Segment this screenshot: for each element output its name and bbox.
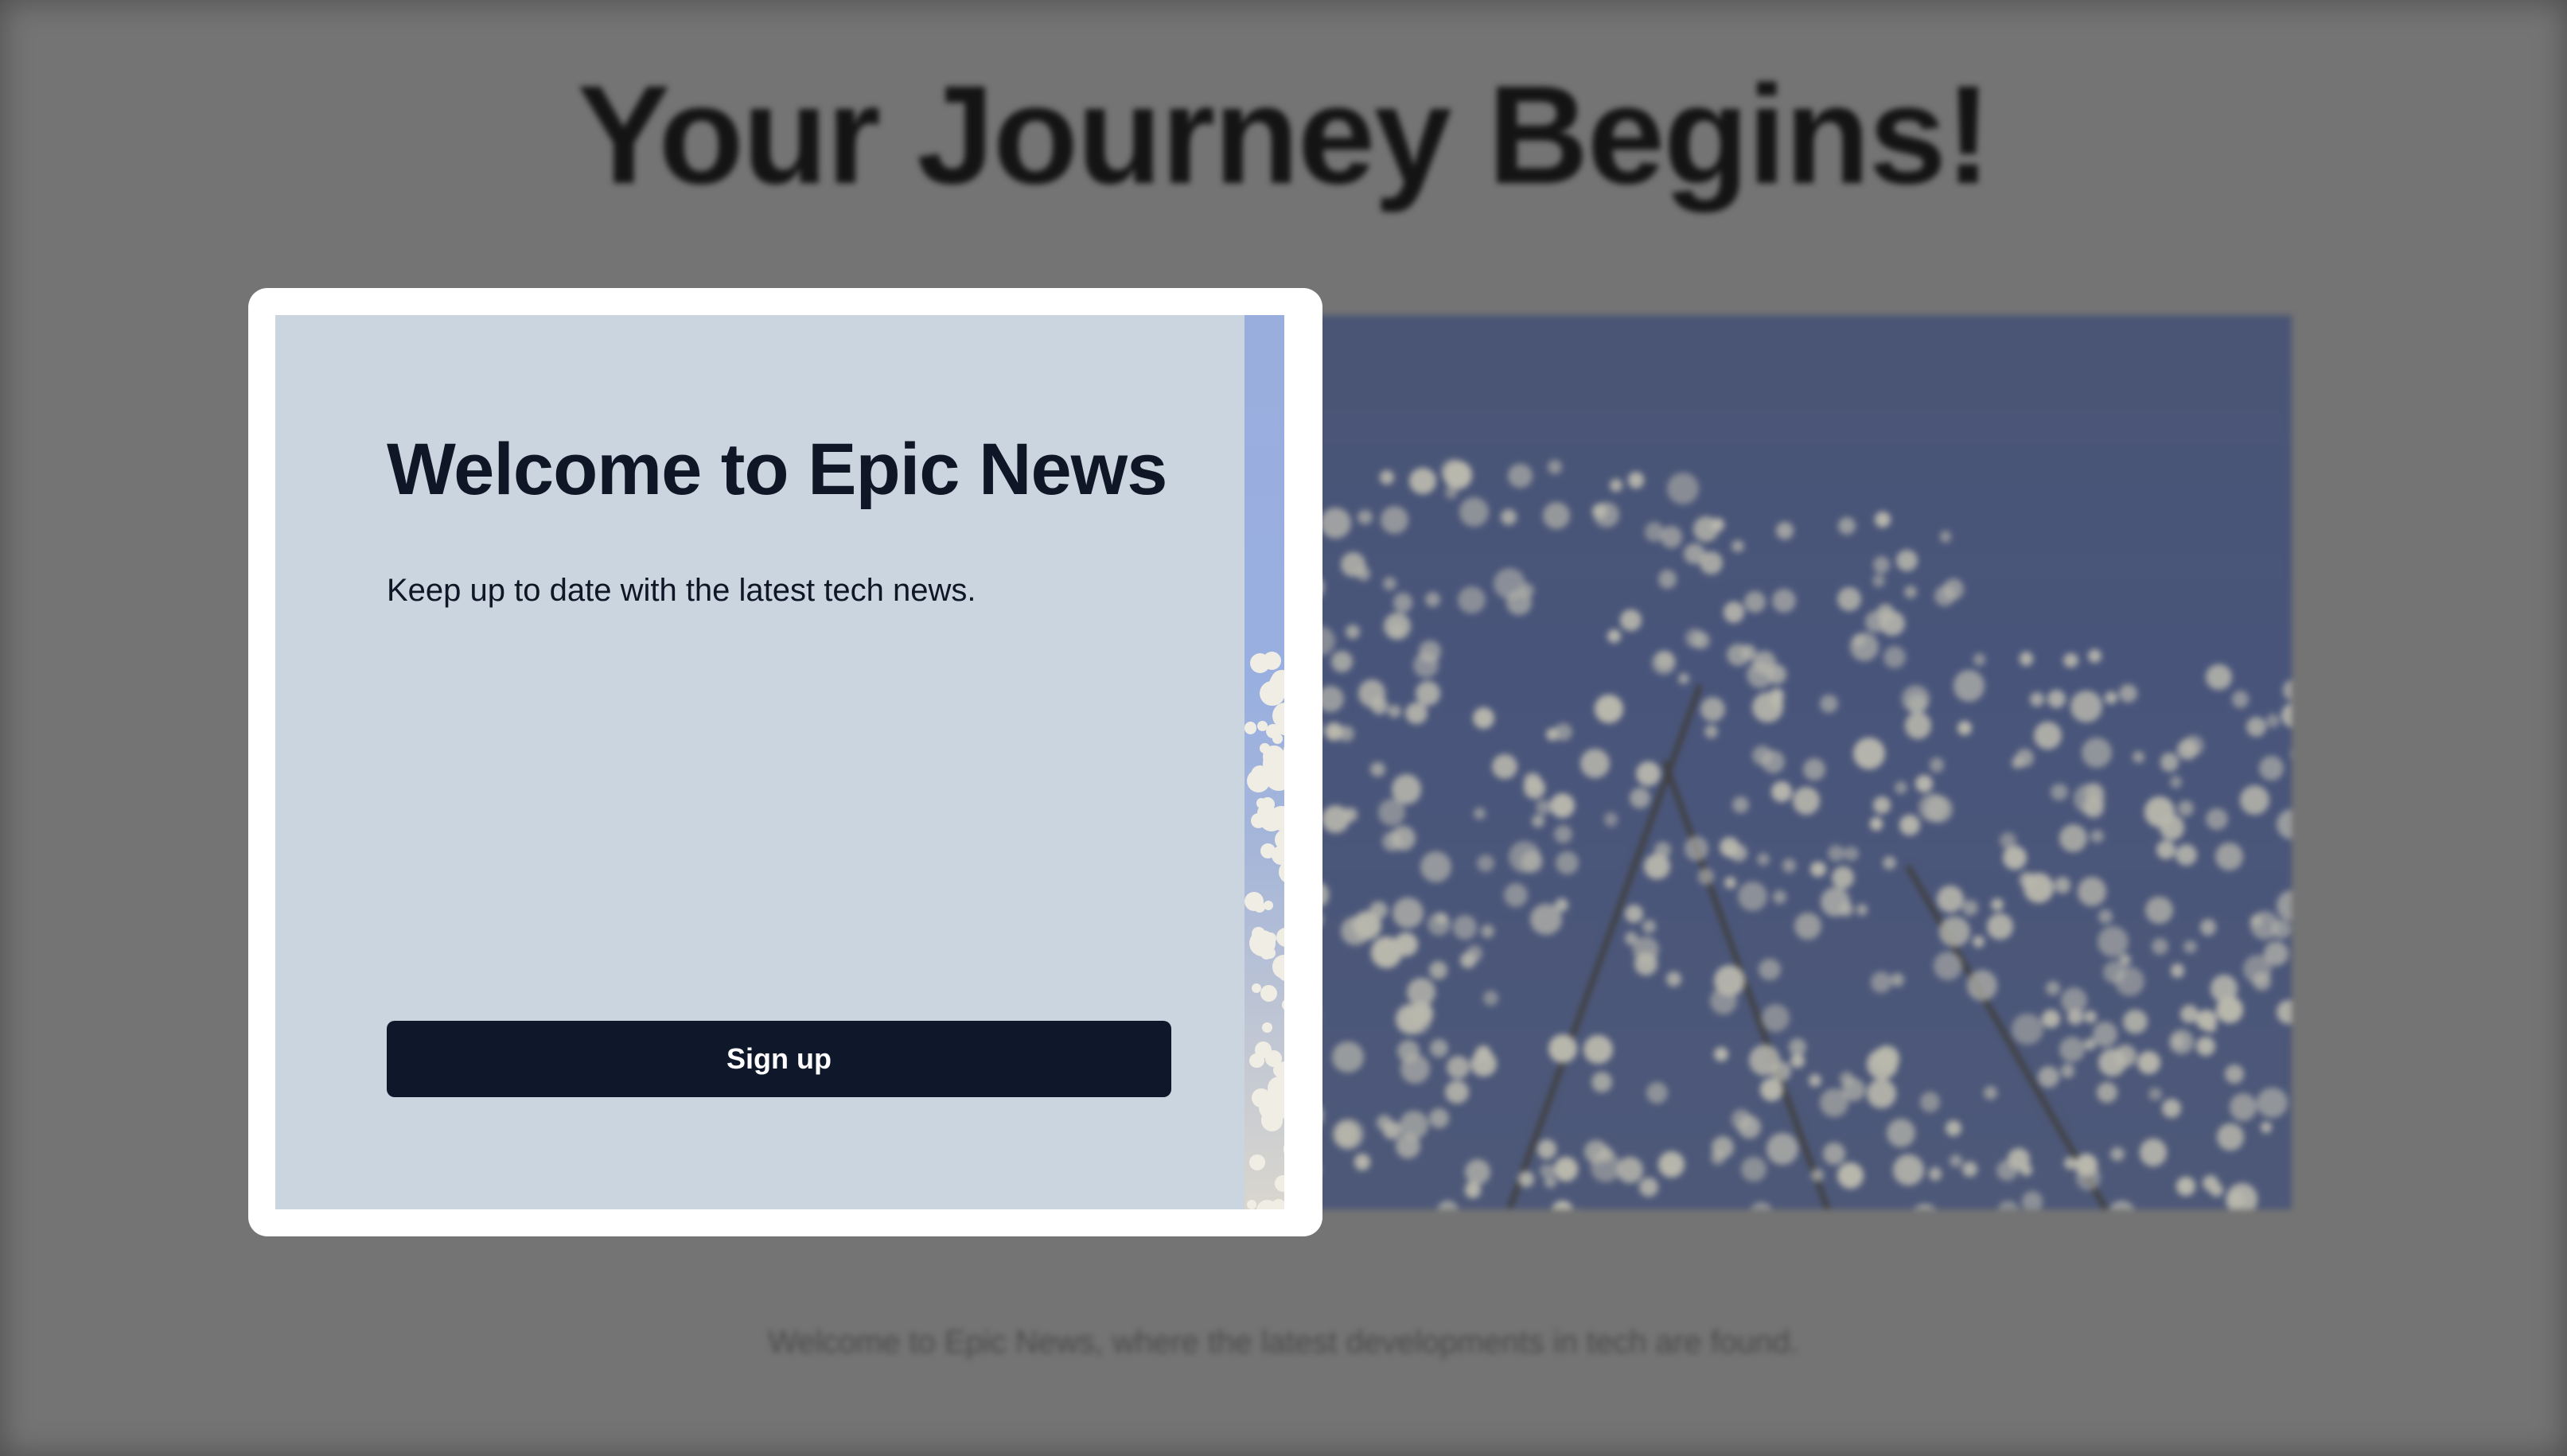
blossom-cluster — [1250, 652, 1271, 674]
blossom-cluster — [1248, 1154, 1265, 1171]
blossom-cluster — [1274, 1175, 1284, 1193]
blossom-cluster — [1272, 955, 1284, 979]
modal-description: Keep up to date with the latest tech new… — [387, 573, 976, 608]
blossom-cluster — [1276, 927, 1284, 948]
blossom-cluster — [1274, 753, 1284, 765]
blossom-cluster — [1260, 984, 1278, 1002]
blossom-cluster — [1247, 1199, 1257, 1209]
blossom-cluster — [1264, 932, 1276, 944]
blossom-cluster — [1261, 1022, 1273, 1034]
blossom-cluster — [1245, 722, 1257, 734]
blossom-cluster — [1265, 723, 1281, 739]
signup-button[interactable]: Sign up — [387, 1021, 1171, 1097]
modal-blossom-image-strip — [1245, 315, 1284, 1209]
blossom-cluster — [1260, 1109, 1284, 1131]
modal-title: Welcome to Epic News — [387, 429, 1167, 510]
blossom-cluster — [1248, 1053, 1264, 1069]
blossom-cluster — [1245, 891, 1264, 911]
blossom-cluster — [1260, 743, 1270, 753]
blossom-cluster — [1282, 999, 1284, 1010]
blossom-cluster — [1272, 1062, 1284, 1077]
blossom-cluster — [1246, 769, 1271, 793]
